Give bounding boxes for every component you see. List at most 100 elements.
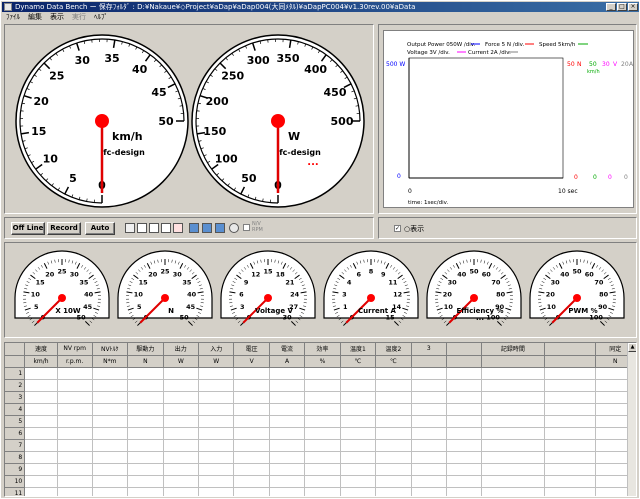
table-cell[interactable] <box>233 451 270 464</box>
table-cell[interactable] <box>411 379 447 392</box>
table-cell[interactable] <box>544 487 596 496</box>
table-cell[interactable] <box>481 487 545 496</box>
table-cell[interactable] <box>446 379 482 392</box>
table-cell[interactable] <box>127 403 164 416</box>
table-cell[interactable] <box>544 427 596 440</box>
table-cell[interactable] <box>57 463 93 476</box>
row-number[interactable]: 2 <box>5 379 26 392</box>
table-cell[interactable] <box>57 427 93 440</box>
table-cell[interactable] <box>57 379 93 392</box>
table-cell[interactable] <box>269 451 306 464</box>
table-cell[interactable] <box>57 367 93 380</box>
table-cell[interactable] <box>198 487 235 496</box>
table-cell[interactable] <box>340 403 377 416</box>
row-number[interactable]: 7 <box>5 439 26 452</box>
table-cell[interactable] <box>544 415 596 428</box>
table-cell[interactable] <box>57 415 93 428</box>
table-cell[interactable] <box>57 439 93 452</box>
table-cell[interactable] <box>24 427 58 440</box>
table-cell[interactable] <box>375 415 412 428</box>
table-cell[interactable] <box>24 487 58 496</box>
table-cell[interactable] <box>92 451 129 464</box>
table-cell[interactable] <box>127 379 164 392</box>
table-cell[interactable] <box>446 475 482 488</box>
table-cell[interactable] <box>198 391 235 404</box>
table-cell[interactable] <box>375 367 412 380</box>
table-cell[interactable] <box>304 379 341 392</box>
table-cell[interactable] <box>340 391 377 404</box>
table-cell[interactable] <box>446 427 482 440</box>
table-cell[interactable] <box>24 391 58 404</box>
table-cell[interactable] <box>375 439 412 452</box>
table-cell[interactable] <box>163 451 200 464</box>
table-cell[interactable] <box>127 463 164 476</box>
table-cell[interactable] <box>163 439 200 452</box>
table-cell[interactable] <box>340 415 377 428</box>
table-cell[interactable] <box>233 379 270 392</box>
table-cell[interactable] <box>340 487 377 496</box>
table-cell[interactable] <box>544 451 596 464</box>
save-icon[interactable] <box>125 223 135 233</box>
table-cell[interactable] <box>304 391 341 404</box>
table-cell[interactable] <box>304 475 341 488</box>
table-cell[interactable] <box>269 463 306 476</box>
table-cell[interactable] <box>269 475 306 488</box>
table-cell[interactable] <box>446 415 482 428</box>
table-cell[interactable] <box>24 463 58 476</box>
table-cell[interactable] <box>544 379 596 392</box>
menu-edit[interactable]: 編集 <box>28 12 42 23</box>
table-cell[interactable] <box>198 403 235 416</box>
table-cell[interactable] <box>481 415 545 428</box>
table-cell[interactable] <box>544 475 596 488</box>
row-number[interactable]: 11 <box>5 487 26 496</box>
table-scrollbar[interactable]: ▲ <box>627 343 636 496</box>
table-cell[interactable] <box>375 403 412 416</box>
table-cell[interactable] <box>411 367 447 380</box>
record-button[interactable]: Record <box>47 222 81 235</box>
table-cell[interactable] <box>127 451 164 464</box>
table-cell[interactable] <box>481 403 545 416</box>
table-cell[interactable] <box>233 463 270 476</box>
table-cell[interactable] <box>233 475 270 488</box>
table-cell[interactable] <box>163 379 200 392</box>
table-cell[interactable] <box>269 367 306 380</box>
close-button[interactable]: × <box>628 3 638 11</box>
table-cell[interactable] <box>340 475 377 488</box>
app-icon[interactable] <box>4 3 12 11</box>
table-cell[interactable] <box>375 427 412 440</box>
table-cell[interactable] <box>233 367 270 380</box>
table-cell[interactable] <box>411 403 447 416</box>
table-cell[interactable] <box>411 487 447 496</box>
row-number[interactable]: 1 <box>5 367 26 380</box>
table-cell[interactable] <box>92 463 129 476</box>
table-cell[interactable] <box>340 427 377 440</box>
table-cell[interactable] <box>24 415 58 428</box>
table-cell[interactable] <box>544 463 596 476</box>
table-cell[interactable] <box>163 427 200 440</box>
offline-button[interactable]: Off Line <box>11 222 45 235</box>
table-cell[interactable] <box>375 451 412 464</box>
table-cell[interactable] <box>233 415 270 428</box>
table-cell[interactable] <box>92 391 129 404</box>
table-cell[interactable] <box>544 391 596 404</box>
table-cell[interactable] <box>198 463 235 476</box>
view-mode-3-icon[interactable] <box>215 223 225 233</box>
table-cell[interactable] <box>92 367 129 380</box>
table-cell[interactable] <box>446 439 482 452</box>
table-cell[interactable] <box>269 379 306 392</box>
new-file-icon[interactable] <box>161 223 171 233</box>
minimize-button[interactable]: _ <box>606 3 616 11</box>
table-cell[interactable] <box>163 475 200 488</box>
table-cell[interactable] <box>57 451 93 464</box>
table-cell[interactable] <box>127 415 164 428</box>
delete-icon[interactable] <box>173 223 183 233</box>
table-cell[interactable] <box>24 451 58 464</box>
table-cell[interactable] <box>481 439 545 452</box>
table-cell[interactable] <box>411 439 447 452</box>
table-cell[interactable] <box>233 391 270 404</box>
table-cell[interactable] <box>269 391 306 404</box>
table-cell[interactable] <box>304 415 341 428</box>
row-number[interactable]: 6 <box>5 427 26 440</box>
table-cell[interactable] <box>92 379 129 392</box>
table-cell[interactable] <box>92 439 129 452</box>
